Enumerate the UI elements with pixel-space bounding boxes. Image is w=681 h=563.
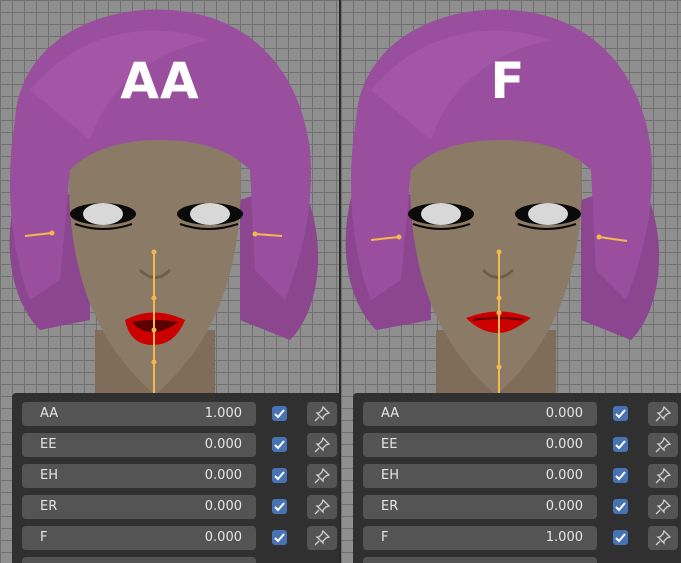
shape-key-name: EE bbox=[40, 437, 57, 452]
viewport-left[interactable]: AA AA 1.000 EE 0.000 EH 0.000 ER 0.000 F… bbox=[0, 0, 339, 563]
pin-icon bbox=[314, 499, 330, 515]
pin-button[interactable] bbox=[648, 464, 678, 488]
shape-key-value-field[interactable]: AA 0.000 bbox=[363, 402, 597, 426]
mute-checkbox[interactable] bbox=[613, 437, 628, 452]
pin-button[interactable] bbox=[648, 433, 678, 457]
shape-key-title: AA bbox=[120, 52, 200, 110]
shape-key-value-field[interactable]: EH 0.000 bbox=[363, 464, 597, 488]
checkmark-icon bbox=[615, 533, 626, 543]
shape-key-title: F bbox=[490, 52, 526, 110]
pin-icon bbox=[655, 437, 671, 453]
shape-key-name: EE bbox=[381, 437, 398, 452]
mute-checkbox[interactable] bbox=[613, 406, 628, 421]
shape-key-value-field[interactable]: ER 0.000 bbox=[22, 495, 256, 519]
pin-icon bbox=[314, 530, 330, 546]
shape-key-name: F bbox=[40, 530, 48, 545]
shape-key-value-field[interactable] bbox=[363, 557, 597, 563]
pin-button[interactable] bbox=[307, 495, 337, 519]
shape-key-value-field[interactable]: EE 0.000 bbox=[22, 433, 256, 457]
pin-icon bbox=[314, 406, 330, 422]
shape-key-value-field[interactable]: F 1.000 bbox=[363, 526, 597, 550]
shape-key-value: 0.000 bbox=[545, 406, 583, 421]
shape-key-value-field[interactable] bbox=[22, 557, 256, 563]
pin-icon bbox=[655, 468, 671, 484]
shape-keys-panel: AA 0.000 EE 0.000 EH 0.000 ER 0.000 F 1.… bbox=[353, 393, 681, 563]
shape-key-name: AA bbox=[40, 406, 59, 421]
shape-key-name: AA bbox=[381, 406, 400, 421]
checkmark-icon bbox=[274, 502, 285, 512]
mute-checkbox[interactable] bbox=[613, 499, 628, 514]
mute-checkbox[interactable] bbox=[272, 530, 287, 545]
shape-key-value: 0.000 bbox=[545, 437, 583, 452]
pin-button[interactable] bbox=[648, 495, 678, 519]
shape-key-value: 0.000 bbox=[545, 468, 583, 483]
viewport-right[interactable]: F AA 0.000 EE 0.000 EH 0.000 ER 0.000 F … bbox=[341, 0, 681, 563]
pin-button[interactable] bbox=[307, 402, 337, 426]
shape-key-name: EH bbox=[381, 468, 399, 483]
checkmark-icon bbox=[615, 440, 626, 450]
shape-key-value: 1.000 bbox=[204, 406, 242, 421]
checkmark-icon bbox=[615, 409, 626, 419]
pin-button[interactable] bbox=[307, 433, 337, 457]
mute-checkbox[interactable] bbox=[272, 468, 287, 483]
shape-key-name: EH bbox=[40, 468, 58, 483]
checkmark-icon bbox=[274, 533, 285, 543]
shape-key-value: 0.000 bbox=[204, 499, 242, 514]
shape-key-value: 1.000 bbox=[545, 530, 583, 545]
pin-button[interactable] bbox=[648, 402, 678, 426]
shape-keys-panel: AA 1.000 EE 0.000 EH 0.000 ER 0.000 F 0.… bbox=[12, 393, 339, 563]
checkmark-icon bbox=[615, 502, 626, 512]
mute-checkbox[interactable] bbox=[272, 499, 287, 514]
shape-key-name: ER bbox=[381, 499, 399, 514]
pin-icon bbox=[314, 437, 330, 453]
checkmark-icon bbox=[615, 471, 626, 481]
pin-button[interactable] bbox=[307, 526, 337, 550]
shape-key-value-field[interactable]: EE 0.000 bbox=[363, 433, 597, 457]
shape-key-name: ER bbox=[40, 499, 58, 514]
checkmark-icon bbox=[274, 409, 285, 419]
mute-checkbox[interactable] bbox=[613, 530, 628, 545]
pin-icon bbox=[655, 499, 671, 515]
checkmark-icon bbox=[274, 440, 285, 450]
pin-icon bbox=[655, 406, 671, 422]
pin-icon bbox=[314, 468, 330, 484]
checkmark-icon bbox=[274, 471, 285, 481]
shape-key-name: F bbox=[381, 530, 389, 545]
shape-key-value: 0.000 bbox=[545, 499, 583, 514]
mute-checkbox[interactable] bbox=[272, 437, 287, 452]
shape-key-value: 0.000 bbox=[204, 468, 242, 483]
pin-button[interactable] bbox=[648, 526, 678, 550]
shape-key-value-field[interactable]: F 0.000 bbox=[22, 526, 256, 550]
screenshot-root: AA AA 1.000 EE 0.000 EH 0.000 ER 0.000 F… bbox=[0, 0, 681, 563]
shape-key-value-field[interactable]: ER 0.000 bbox=[363, 495, 597, 519]
shape-key-value-field[interactable]: AA 1.000 bbox=[22, 402, 256, 426]
shape-key-value-field[interactable]: EH 0.000 bbox=[22, 464, 256, 488]
shape-key-value: 0.000 bbox=[204, 437, 242, 452]
shape-key-value: 0.000 bbox=[204, 530, 242, 545]
pin-button[interactable] bbox=[307, 464, 337, 488]
mute-checkbox[interactable] bbox=[272, 406, 287, 421]
pin-icon bbox=[655, 530, 671, 546]
mute-checkbox[interactable] bbox=[613, 468, 628, 483]
